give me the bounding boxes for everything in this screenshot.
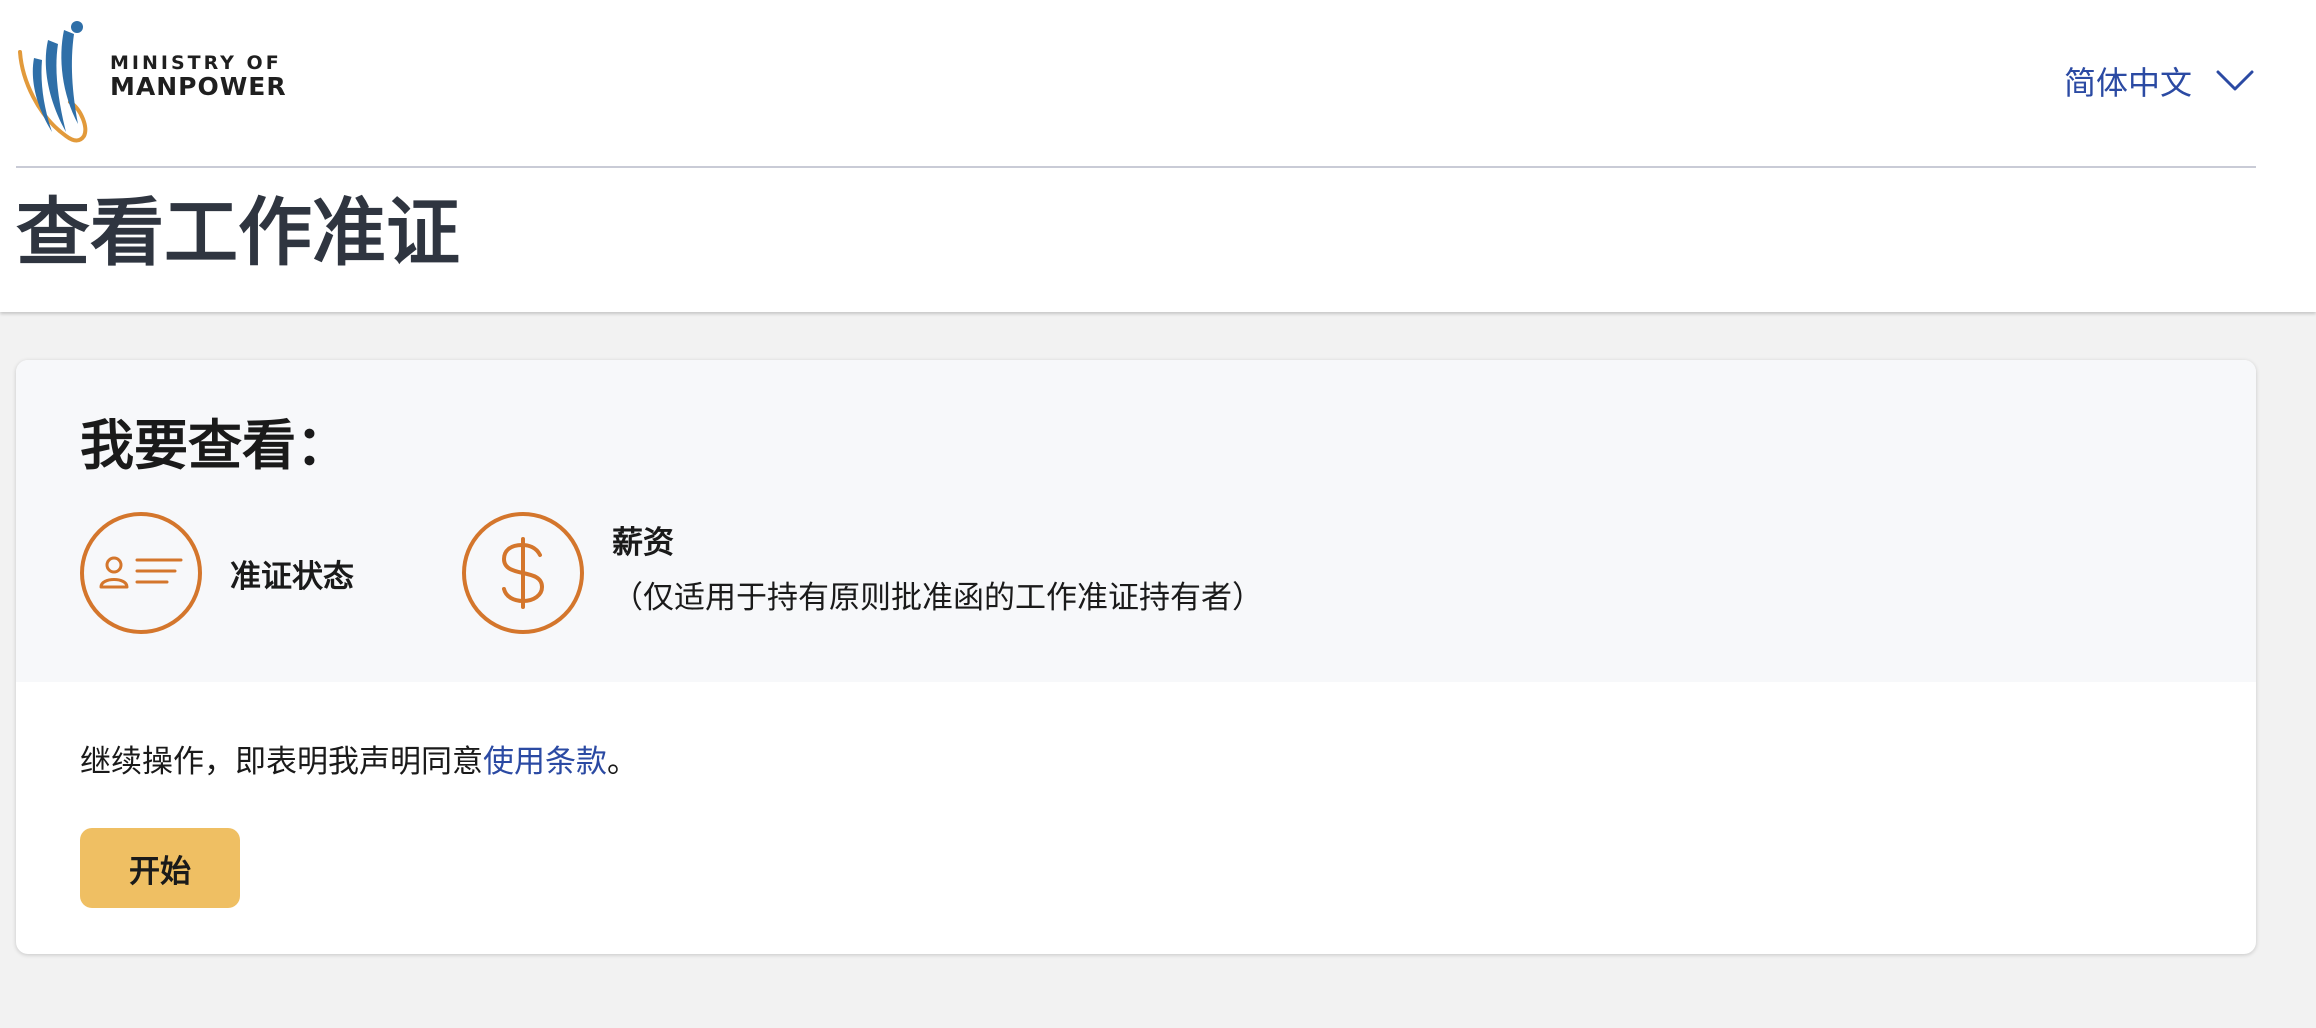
pass-status-icon-circle <box>80 512 202 634</box>
language-selected-label: 简体中文 <box>2063 64 2192 102</box>
option-pass-status[interactable]: 准证状态 <box>80 512 354 634</box>
id-card-icon <box>99 556 183 589</box>
logo-text-manpower: MANPOWER <box>110 72 287 101</box>
header-divider <box>16 166 2256 168</box>
dollar-icon <box>501 537 545 609</box>
page-title: 查看工作准证 <box>16 190 460 276</box>
mom-logo[interactable]: MINISTRY OF MANPOWER <box>14 18 286 146</box>
view-pass-card: 我要查看： 准证状态 薪资 （仅适用于持有原则批准函的工作准证持有者） 继续操作… <box>16 360 2256 954</box>
card-heading: 我要查看： <box>80 414 350 477</box>
chevron-down-icon <box>2216 69 2254 93</box>
pass-status-label: 准证状态 <box>230 558 354 595</box>
site-header: MINISTRY OF MANPOWER 简体中文 查看工作准证 <box>0 0 2316 312</box>
salary-text: 薪资 （仅适用于持有原则批准函的工作准证持有者） <box>612 517 1263 617</box>
salary-icon-circle <box>462 512 584 634</box>
terms-suffix: 。 <box>607 744 638 780</box>
logo-text-ministry-of: MINISTRY OF <box>110 52 282 74</box>
language-selector[interactable]: 简体中文 <box>2064 56 2254 106</box>
start-button[interactable]: 开始 <box>80 828 240 908</box>
card-options-section: 我要查看： 准证状态 薪资 （仅适用于持有原则批准函的工作准证持有者） <box>16 360 2256 682</box>
pass-status-text: 准证状态 <box>230 551 354 596</box>
terms-prefix: 继续操作，即表明我声明同意 <box>80 744 483 780</box>
salary-sublabel: （仅适用于持有原则批准函的工作准证持有者） <box>612 580 1263 616</box>
salary-label: 薪资 <box>612 525 674 561</box>
terms-statement: 继续操作，即表明我声明同意使用条款。 <box>80 736 638 781</box>
terms-of-use-link[interactable]: 使用条款 <box>483 744 607 780</box>
mom-logo-mark-icon <box>18 21 88 143</box>
option-salary[interactable]: 薪资 （仅适用于持有原则批准函的工作准证持有者） <box>462 512 1263 634</box>
